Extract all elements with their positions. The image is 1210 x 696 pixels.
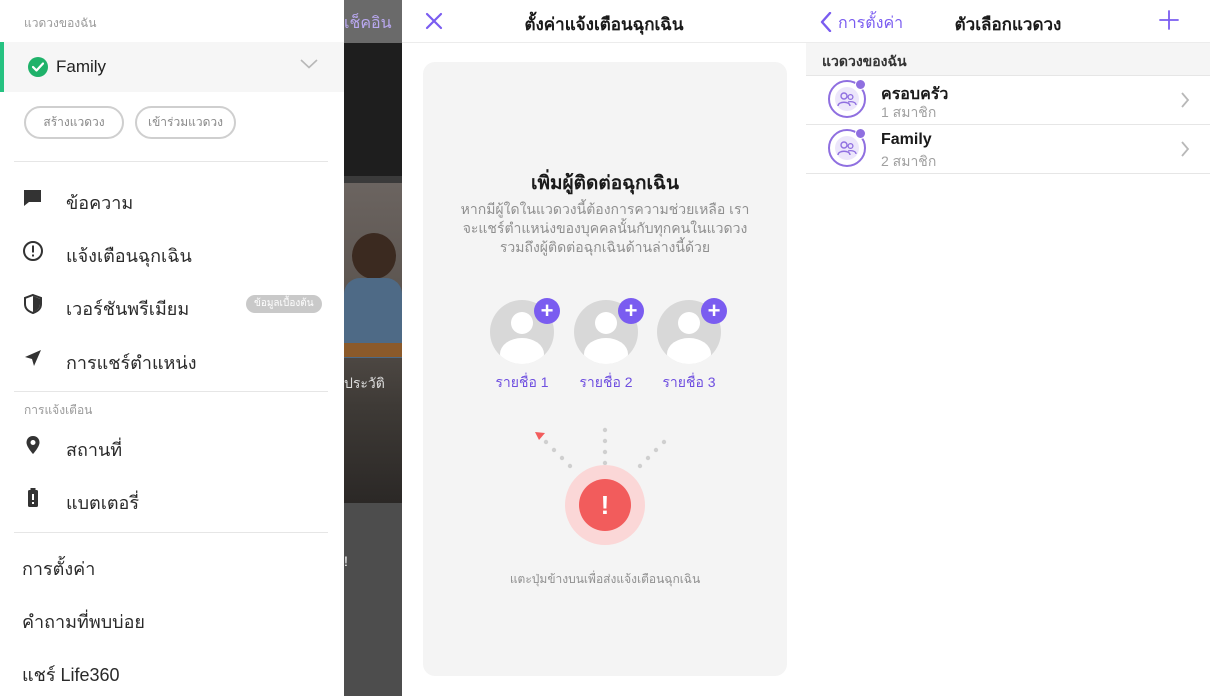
message-icon <box>24 190 41 206</box>
plus-icon: + <box>618 298 644 324</box>
sos-hint: แตะปุ่มข้างบนเพื่อส่งแจ้งเตือนฉุกเฉิน <box>509 572 701 586</box>
menu-item-places[interactable]: สถานที่ <box>0 425 344 465</box>
divider <box>14 391 328 392</box>
join-circle-button[interactable]: เข้าร่วมแวดวง <box>135 106 236 139</box>
notifications-section-label: การแจ้งเตือน <box>24 403 93 417</box>
emergency-alert-setup-screen: ตั้งค่าแจ้งเตือนฉุกเฉิน เพิ่มผู้ติดต่อฉุ… <box>402 0 806 696</box>
my-circles-label: แวดวงของฉัน <box>24 16 97 30</box>
shield-icon <box>24 293 42 315</box>
page-title: ตัวเลือกแวดวง <box>954 15 1062 34</box>
bg-lower-area: ! <box>344 503 402 696</box>
menu-item-label: แจ้งเตือนฉุกเฉิน <box>66 246 192 266</box>
card-heading: เพิ่มผู้ติดต่อฉุกเฉิน <box>531 173 679 194</box>
menu-item-label: สถานที่ <box>66 440 123 460</box>
bg-tab-label: เช็คอิน <box>344 15 392 32</box>
location-arrow-icon <box>25 350 41 366</box>
chevron-right-icon <box>1181 92 1190 108</box>
notification-dot <box>855 79 866 90</box>
sos-button[interactable]: ! <box>565 465 645 545</box>
notification-dot <box>855 128 866 139</box>
menu-item-battery[interactable]: แบตเตอรี่ <box>0 478 344 518</box>
nav-bar: การตั้งค่า ตัวเลือกแวดวง <box>806 0 1210 43</box>
current-circle-selector[interactable]: Family <box>0 42 344 92</box>
circle-row-1[interactable]: ครอบครัว 1 สมาชิก <box>806 76 1210 125</box>
menu-item-label: แบตเตอรี่ <box>66 493 140 513</box>
bg-photo: ประวัติ <box>344 183 402 503</box>
menu-item-messages[interactable]: ข้อความ <box>0 178 344 218</box>
menu-item-emergency-alert[interactable]: แจ้งเตือนฉุกเฉิน <box>0 231 344 271</box>
circle-members: 1 สมาชิก <box>881 104 937 120</box>
menu-item-share-life360[interactable]: แชร์ Life360 <box>22 660 120 689</box>
menu-item-settings[interactable]: การตั้งค่า <box>22 554 95 583</box>
add-icon[interactable] <box>1158 9 1180 31</box>
menu-item-location-sharing[interactable]: การแชร์ตำแหน่ง <box>0 338 344 378</box>
bg-map-area <box>344 43 402 176</box>
menu-item-label: การแชร์ตำแหน่ง <box>66 353 197 373</box>
group-icon <box>837 141 857 156</box>
divider <box>14 161 328 162</box>
check-icon <box>28 57 48 77</box>
circle-name: Family <box>881 131 932 148</box>
circle-avatar <box>828 128 866 167</box>
contact-label: รายชื่อ 3 <box>662 374 716 390</box>
dimmed-background[interactable]: เช็คอิน ประวัติ ! <box>344 0 402 696</box>
alert-circle-icon <box>23 241 43 261</box>
chevron-right-icon <box>1181 141 1190 157</box>
chevron-down-icon <box>300 59 318 69</box>
plus-icon: + <box>701 298 727 324</box>
group-icon <box>837 92 857 107</box>
current-circle-name: Family <box>56 57 107 76</box>
menu-item-premium[interactable]: เวอร์ชันพรีเมียม ข้อมูลเบื้องต้น <box>0 284 344 324</box>
card-description: หากมีผู้ใดในแวดวงนี้ต้องการความช่วยเหลือ… <box>460 201 750 255</box>
battery-icon <box>28 488 38 507</box>
plus-icon: + <box>534 298 560 324</box>
menu-item-faq[interactable]: คำถามที่พบบ่อย <box>22 607 145 636</box>
map-pin-icon <box>26 436 40 454</box>
page-title: ตั้งค่าแจ้งเตือนฉุกเฉิน <box>524 15 684 34</box>
circle-avatar <box>828 79 866 118</box>
premium-badge: ข้อมูลเบื้องต้น <box>246 295 322 313</box>
emergency-contacts-card: เพิ่มผู้ติดต่อฉุกเฉิน หากมีผู้ใดในแวดวงน… <box>423 62 787 676</box>
nav-bar: ตั้งค่าแจ้งเตือนฉุกเฉิน <box>402 0 806 43</box>
circle-members: 2 สมาชิก <box>881 153 937 169</box>
create-circle-button[interactable]: สร้างแวดวง <box>24 106 124 139</box>
menu-item-label: ข้อความ <box>66 193 134 213</box>
circle-options-screen: การตั้งค่า ตัวเลือกแวดวง แวดวงของฉัน ครอ… <box>806 0 1210 696</box>
section-header: แวดวงของฉัน <box>806 43 1210 76</box>
drawer: แวดวงของฉัน Family สร้างแวดวง เข้าร่วมแว… <box>0 0 344 696</box>
side-drawer-screen: เช็คอิน ประวัติ ! แวดวงของฉัน Family สร้… <box>0 0 402 696</box>
circle-row-2[interactable]: Family 2 สมาชิก <box>806 125 1210 174</box>
exclamation-icon: ! <box>579 479 631 531</box>
bg-caption: ประวัติ <box>344 375 385 391</box>
section-label: แวดวงของฉัน <box>822 53 907 69</box>
divider <box>14 532 328 533</box>
bg-lower-text: ! <box>344 553 348 569</box>
bg-tab-bar: เช็คอิน <box>344 0 402 43</box>
menu-item-label: เวอร์ชันพรีเมียม <box>66 299 190 319</box>
